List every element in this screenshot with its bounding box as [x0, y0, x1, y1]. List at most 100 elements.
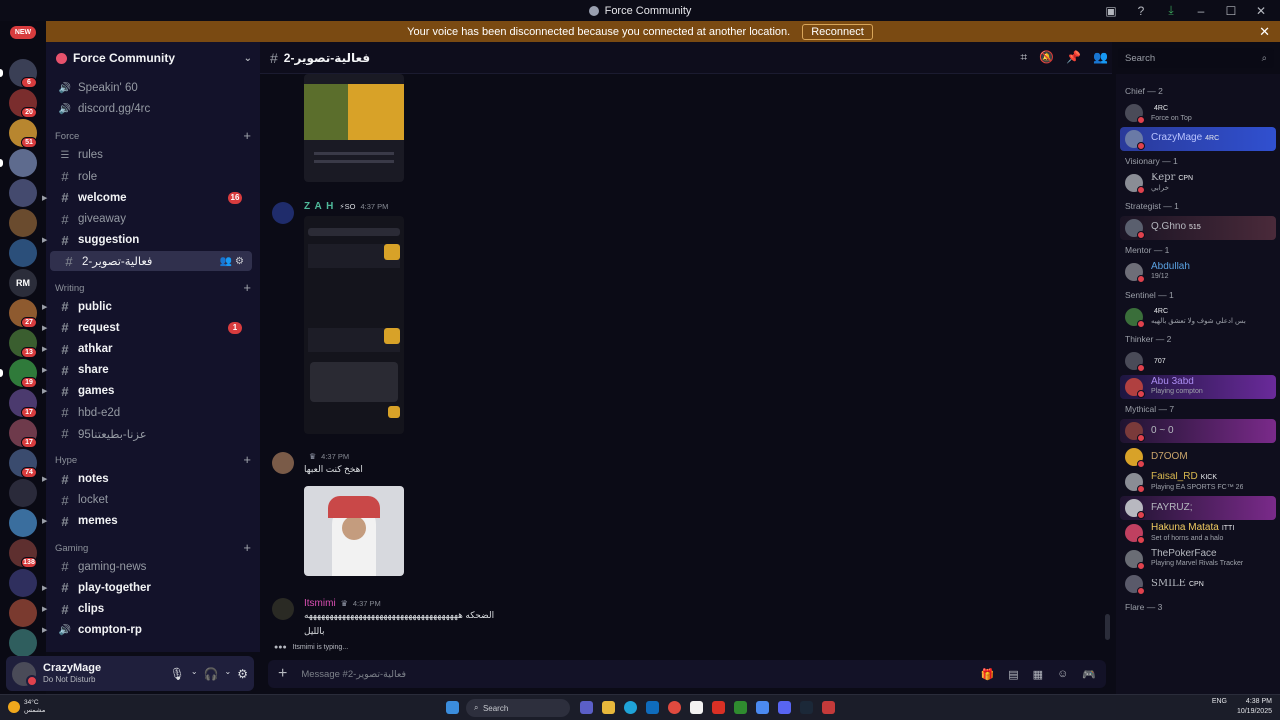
chevron-down-icon[interactable]: ⌄: [191, 667, 198, 681]
server-icon[interactable]: [9, 509, 37, 537]
channel-text[interactable]: # عزنا-بطيعتنا95: [46, 424, 252, 444]
sticker-icon[interactable]: ▦: [1033, 668, 1043, 681]
minimize-button[interactable]: –: [1188, 0, 1214, 21]
member-item[interactable]: 707: [1120, 349, 1276, 373]
headphones-icon[interactable]: 🎧: [204, 667, 219, 681]
search-input[interactable]: Search ⌕: [1118, 48, 1274, 68]
chevron-down-icon[interactable]: ⌄: [244, 53, 252, 64]
download-icon[interactable]: ⤓: [1158, 0, 1184, 21]
app-icon[interactable]: [822, 701, 835, 714]
channel-text[interactable]: ▶ # clips: [42, 599, 252, 619]
channel-category[interactable]: Writing +: [55, 281, 251, 294]
gif-icon[interactable]: ▤: [1008, 668, 1018, 681]
add-attachment-icon[interactable]: +: [278, 665, 287, 683]
channel-voice[interactable]: 🔊 discord.gg/4rc: [46, 99, 252, 119]
message-author[interactable]: Z A H: [304, 201, 334, 212]
member-item[interactable]: ThePokerFace Playing Marvel Rivals Tracke…: [1120, 547, 1276, 571]
chrome-icon[interactable]: [668, 701, 681, 714]
server-icon[interactable]: [9, 599, 37, 627]
channel-category[interactable]: Hype +: [55, 453, 251, 466]
server-icon[interactable]: [9, 479, 37, 507]
member-item[interactable]: Abdullah 19/12: [1120, 260, 1276, 284]
channel-category[interactable]: Force +: [55, 129, 251, 142]
server-icon[interactable]: [9, 629, 37, 657]
member-item[interactable]: FAYRUZ;: [1120, 495, 1276, 520]
member-item[interactable]: Hakuna Matata ITTI Set of horns and a halo: [1120, 521, 1276, 545]
channel-text[interactable]: # role: [46, 167, 252, 187]
taskbar-search[interactable]: ⌕ Search: [466, 699, 570, 717]
microphone-icon[interactable]: 🎙: [170, 667, 185, 681]
gift-icon[interactable]: 🎁: [981, 668, 995, 681]
member-list-icon[interactable]: 👥: [1093, 50, 1108, 65]
channel-text[interactable]: ▶ # request 1: [42, 318, 252, 338]
gmail-icon[interactable]: [712, 701, 725, 714]
channel-text[interactable]: ▶ # welcome 16: [42, 188, 252, 208]
channel-text[interactable]: # locket: [46, 490, 252, 510]
member-item[interactable]: Q.Ghno 515: [1120, 215, 1276, 240]
add-channel-icon[interactable]: +: [243, 281, 251, 294]
member-item[interactable]: 4RC Force on Top: [1120, 101, 1276, 125]
member-item[interactable]: Faisal_RD KICK Playing EA SPORTS FC™ 26: [1120, 470, 1276, 494]
message-composer[interactable]: + Message #فعالية-تصوير-2 🎁 ▤ ▦ ☺ 🎮: [268, 660, 1106, 688]
chevron-down-icon[interactable]: ⌄: [225, 667, 232, 681]
member-item[interactable]: D7OOM: [1120, 445, 1276, 469]
avatar[interactable]: [272, 202, 294, 224]
member-item[interactable]: 4RC بس ادعلي شوف ولا تعشق بالهيه: [1120, 305, 1276, 329]
channel-voice[interactable]: 🔊 Speakin' 60: [46, 78, 252, 98]
activity-icon[interactable]: 🎮: [1082, 668, 1096, 681]
file-explorer-icon[interactable]: [602, 701, 615, 714]
add-channel-icon[interactable]: +: [243, 541, 251, 554]
add-channel-icon[interactable]: +: [243, 129, 251, 142]
edge-icon[interactable]: [624, 701, 637, 714]
channel-text[interactable]: # فعالية-تصوير-2 👥 ⚙: [50, 251, 252, 272]
threads-icon[interactable]: ⌗: [1020, 50, 1027, 65]
channel-settings-icon[interactable]: 👥 ⚙: [220, 256, 244, 267]
system-tray[interactable]: ENG 4:38 PM 10/19/2025: [1212, 697, 1272, 717]
image-attachment[interactable]: [304, 216, 404, 434]
message-input[interactable]: Message #فعالية-تصوير-2: [301, 669, 406, 680]
channel-text[interactable]: ▶ # play-together: [42, 578, 252, 598]
scrollbar[interactable]: [1105, 614, 1110, 640]
image-attachment[interactable]: [304, 486, 404, 576]
add-channel-icon[interactable]: +: [243, 453, 251, 466]
channel-text[interactable]: ☰ rules: [46, 145, 252, 165]
capcut-icon[interactable]: [690, 701, 703, 714]
inbox-icon[interactable]: ▣: [1098, 0, 1124, 21]
message-author[interactable]: Itsmimi: [304, 598, 336, 609]
emoji-icon[interactable]: ☺: [1057, 668, 1068, 681]
bluestacks-icon[interactable]: [756, 701, 769, 714]
channel-text[interactable]: ▶ # suggestion: [42, 230, 252, 250]
member-item[interactable]: CrazyMage 4RC: [1120, 126, 1276, 151]
member-item[interactable]: Kepr CPN خرابي: [1120, 171, 1276, 195]
channel-category[interactable]: Gaming +: [55, 541, 251, 554]
channel-text[interactable]: # gaming-news: [46, 557, 252, 577]
maximize-button[interactable]: ☐: [1218, 0, 1244, 21]
reconnect-button[interactable]: Reconnect: [802, 23, 873, 40]
server-icon[interactable]: [9, 239, 37, 267]
server-icon[interactable]: [9, 179, 37, 207]
avatar[interactable]: [272, 598, 294, 620]
banner-close-icon[interactable]: ✕: [1259, 24, 1270, 40]
channel-voice[interactable]: ▶ 🔊 compton-rp: [42, 620, 252, 640]
avatar[interactable]: [12, 661, 38, 687]
channel-text[interactable]: ▶ # notes: [42, 469, 252, 489]
close-window-button[interactable]: ✕: [1248, 0, 1274, 21]
discord-icon[interactable]: [778, 701, 791, 714]
gear-icon[interactable]: ⚙: [237, 667, 248, 681]
weather-widget[interactable]: 34°C مشمس: [8, 699, 45, 715]
pin-icon[interactable]: 📌: [1066, 50, 1081, 65]
server-header[interactable]: Force Community ⌄: [46, 42, 260, 74]
channel-text[interactable]: ▶ # memes: [42, 511, 252, 531]
xbox-icon[interactable]: [734, 701, 747, 714]
image-attachment[interactable]: [304, 74, 404, 182]
member-item[interactable]: 0 ~ 0: [1120, 419, 1276, 443]
server-icon[interactable]: [9, 149, 37, 177]
member-item[interactable]: Abu 3abd Playing compton: [1120, 374, 1276, 399]
channel-text[interactable]: ▶ # athkar: [42, 339, 252, 359]
outlook-icon[interactable]: [646, 701, 659, 714]
help-icon[interactable]: ?: [1128, 0, 1154, 21]
avatar[interactable]: [272, 452, 294, 474]
channel-text[interactable]: # giveaway: [46, 209, 252, 229]
member-item[interactable]: SMILE CPN: [1120, 572, 1276, 596]
channel-text[interactable]: ▶ # share: [42, 360, 252, 380]
